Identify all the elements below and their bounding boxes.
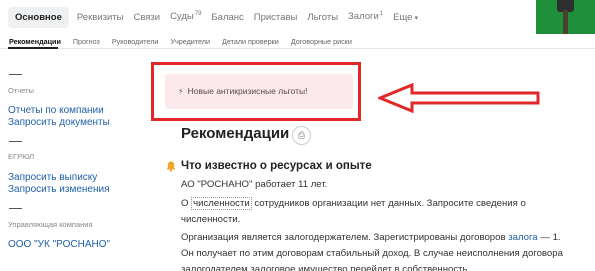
sidebar-link-company-reports[interactable]: Отчеты по компании [8,105,148,117]
sidebar-link-request-extract[interactable]: Запросить выписку [8,172,148,184]
sidebar-divider [9,141,22,142]
tab-balance[interactable]: Баланс [211,12,243,23]
traffic-light-image [536,0,595,34]
sidebar-divider [9,208,22,209]
tab-courts-label: Суды [170,11,194,23]
subtab-forecast[interactable]: Прогноз [73,37,100,46]
print-button[interactable]: ⎙ [292,126,311,145]
headcount-term[interactable]: численности [191,197,252,210]
sidebar-caption-reports: Отчеты [8,86,34,95]
tab-links[interactable]: Связи [133,12,160,23]
paragraph-text: Организация является залогодержателем. З… [181,232,509,243]
tab-bailiffs[interactable]: Приставы [254,12,298,23]
sidebar-link-request-documents[interactable]: Запросить документы [8,117,148,129]
bell-icon [166,161,176,172]
annotation-arrow-icon [378,83,540,113]
paragraph-pledge: Организация является залогодержателем. З… [181,230,573,271]
top-tabs: Основное Реквизиты Связи Суды79 Баланс П… [0,0,530,34]
subtab-contract-risks[interactable]: Договорные риски [291,37,352,46]
section-title: Что известно о ресурсах и опыте [181,160,372,172]
traffic-light-post [563,10,568,34]
sidebar-divider [9,74,22,75]
sidebar-caption-egrul: ЕГРЮЛ [8,152,35,161]
sidebar-link-manager-company[interactable]: ООО "УК "РОСНАНО" [8,239,148,251]
page-title: Рекомендации [181,125,290,142]
sub-tabs: Рекомендации Прогноз Руководители Учреди… [0,34,595,48]
tab-pledges[interactable]: Залоги1 [348,11,383,22]
tab-pledges-count: 1 [379,11,384,18]
paragraph-age: АО "РОСНАНО" работает 11 лет. [181,179,328,190]
active-subtab-indicator [8,47,58,49]
tab-requisites[interactable]: Реквизиты [77,12,124,23]
tab-courts[interactable]: Суды79 [170,11,201,22]
paragraph-text: О [181,198,192,209]
sidebar-link-request-changes[interactable]: Запросить изменения [8,184,148,196]
tab-more-label: Еще [393,11,413,23]
subtab-managers[interactable]: Руководители [112,37,159,46]
subtabs-divider [0,48,595,49]
subtab-founders[interactable]: Учредители [170,37,210,46]
subtab-check-details[interactable]: Детали проверки [222,37,279,46]
tab-main[interactable]: Основное [8,6,69,28]
print-icon: ⎙ [297,130,306,140]
paragraph-headcount: О численности сотрудников организации не… [181,196,573,228]
pledge-link[interactable]: залога [508,232,537,243]
sidebar: Отчеты Отчеты по компании Запросить доку… [8,60,148,251]
tab-benefits[interactable]: Льготы [307,12,338,23]
tab-pledges-label: Залоги [348,11,379,23]
tab-courts-count: 79 [194,11,202,18]
sidebar-caption-manager: Управляющая компания [8,220,93,229]
subtab-recommendations[interactable]: Рекомендации [9,37,61,46]
chevron-down-icon: ▾ [414,14,418,22]
tab-more[interactable]: Еще ▾ [393,12,418,23]
annotation-highlight-box [151,62,361,121]
